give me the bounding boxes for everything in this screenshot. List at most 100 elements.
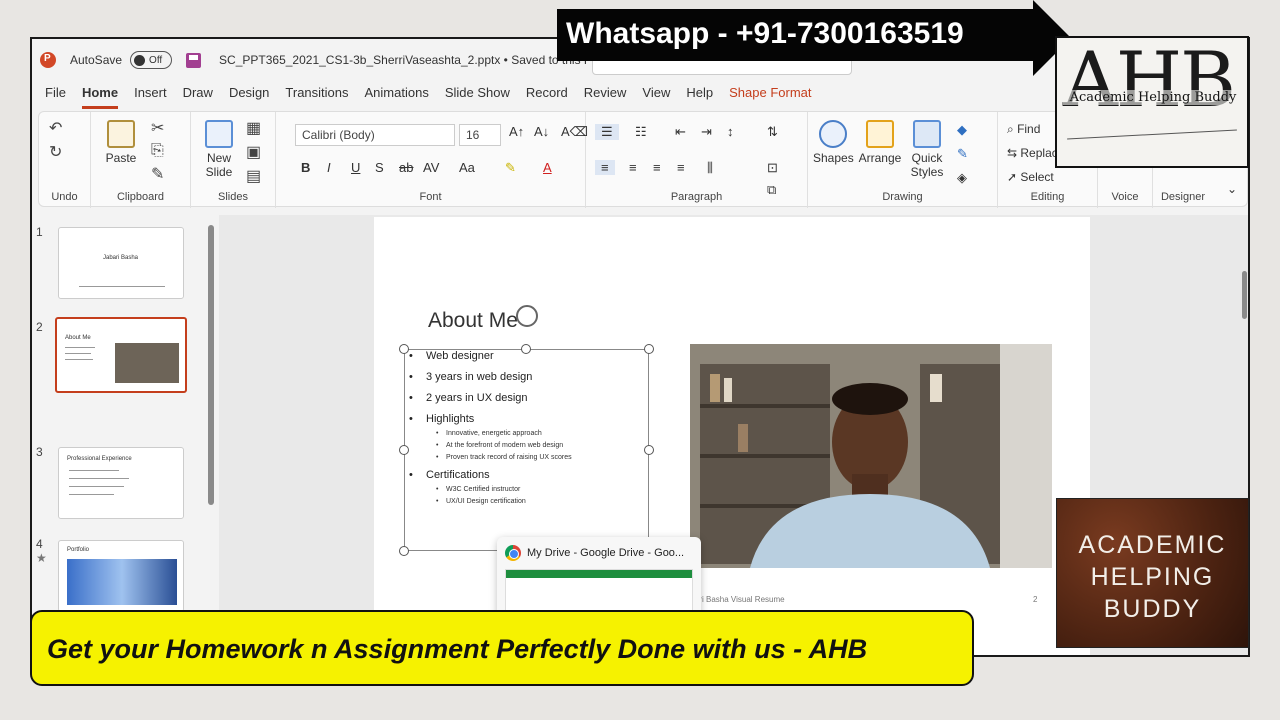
arrange-button[interactable]: Arrange <box>857 120 903 165</box>
sub-bullet-item[interactable]: UX/UI Design certification <box>436 498 526 505</box>
sub-bullet-item[interactable]: W3C Certified instructor <box>436 486 520 493</box>
font-name-select[interactable]: Calibri (Body) <box>295 124 455 146</box>
numbering-icon[interactable]: ☷ <box>635 124 647 140</box>
tab-home[interactable]: Home <box>81 85 119 109</box>
bullet-item[interactable]: Web designer <box>409 350 494 362</box>
slide-title[interactable]: About Me <box>428 309 518 333</box>
clipboard-group-label: Clipboard <box>116 191 165 203</box>
line-spacing-icon[interactable]: ↕ <box>727 124 734 139</box>
resize-handle[interactable] <box>399 546 409 556</box>
bullet-item[interactable]: Highlights <box>409 413 474 425</box>
format-painter-icon[interactable]: ✎ <box>151 164 164 184</box>
autosave-toggle[interactable]: Off <box>130 51 173 69</box>
increase-font-icon[interactable]: A↑ <box>509 124 524 139</box>
tab-insert[interactable]: Insert <box>134 85 167 109</box>
select-button[interactable]: ➚ Select <box>1007 170 1054 184</box>
sub-bullet-item[interactable]: Proven track record of raising UX scores <box>436 454 572 461</box>
profile-photo[interactable] <box>690 344 1052 568</box>
change-case-icon[interactable]: Aa <box>459 160 475 175</box>
replace-icon: ⇆ <box>1007 146 1021 160</box>
resize-handle[interactable] <box>644 344 654 354</box>
shape-outline-icon[interactable]: ✎ <box>957 146 968 162</box>
find-icon: ⌕ <box>1007 122 1018 136</box>
tab-slide-show[interactable]: Slide Show <box>445 85 510 109</box>
tab-record[interactable]: Record <box>526 85 568 109</box>
find-button[interactable]: ⌕ Find <box>1007 122 1040 137</box>
bullet-item[interactable]: 3 years in web design <box>409 371 532 383</box>
bullets-icon[interactable]: ☰ <box>595 124 619 140</box>
sub-bullet-item[interactable]: Innovative, energetic approach <box>436 430 542 437</box>
find-label: Find <box>1017 122 1041 136</box>
shape-effects-icon[interactable]: ◈ <box>957 170 967 186</box>
tab-help[interactable]: Help <box>686 85 713 109</box>
section-icon[interactable]: ▤ <box>246 166 261 186</box>
undo-icon[interactable]: ↶ <box>49 118 62 138</box>
thumbnail-slide-1[interactable]: Jabari Basha <box>58 227 184 299</box>
font-size-select[interactable]: 16 <box>459 124 501 146</box>
sub-bullet-item[interactable]: At the forefront of modern web design <box>436 442 563 449</box>
canvas-scrollbar[interactable] <box>1242 271 1247 319</box>
copy-icon[interactable]: ⎘ <box>151 142 164 160</box>
collapse-ribbon-icon[interactable]: ⌄ <box>1227 182 1237 196</box>
tab-view[interactable]: View <box>642 85 670 109</box>
logo-subtitle: Academic Helping Buddy <box>1063 90 1243 105</box>
align-right-icon[interactable]: ≡ <box>653 160 661 175</box>
logo-underline <box>1067 129 1237 140</box>
strikethrough-icon[interactable]: ab <box>399 160 413 175</box>
tab-review[interactable]: Review <box>584 85 627 109</box>
align-left-icon[interactable]: ≡ <box>595 160 615 175</box>
tab-design[interactable]: Design <box>229 85 269 109</box>
resize-handle[interactable] <box>399 344 409 354</box>
decrease-indent-icon[interactable]: ⇤ <box>675 124 686 140</box>
font-color-icon[interactable]: A <box>543 160 552 175</box>
reset-icon[interactable]: ▣ <box>246 142 261 162</box>
tab-draw[interactable]: Draw <box>183 85 213 109</box>
character-spacing-icon[interactable]: AV <box>423 160 439 175</box>
thumbnail-slide-2[interactable]: About Me <box>55 317 187 393</box>
slides-group-label: Slides <box>218 191 248 203</box>
replace-button[interactable]: ⇆ Replac <box>1007 146 1058 160</box>
resize-handle[interactable] <box>521 344 531 354</box>
smartart-icon[interactable]: ⧉ <box>767 182 776 198</box>
clear-format-icon[interactable]: A⌫ <box>561 124 588 140</box>
justify-icon[interactable]: ≡ <box>677 160 685 175</box>
layout-icon[interactable]: ▦ <box>246 118 261 138</box>
paste-button[interactable]: Paste <box>103 120 139 165</box>
resize-handle[interactable] <box>644 445 654 455</box>
shape-fill-icon[interactable]: ◆ <box>957 122 967 138</box>
columns-icon[interactable]: ⫼ <box>707 160 713 176</box>
bold-icon[interactable]: B <box>301 160 310 175</box>
bullet-item[interactable]: 2 years in UX design <box>409 392 527 404</box>
shadow-icon[interactable]: S <box>375 160 384 175</box>
new-slide-button[interactable]: New Slide <box>199 120 239 179</box>
highlight-icon[interactable]: ✎ <box>505 160 516 176</box>
tab-shape-format[interactable]: Shape Format <box>729 85 811 109</box>
save-icon[interactable] <box>186 52 202 68</box>
shapes-button[interactable]: Shapes <box>813 120 854 165</box>
align-center-icon[interactable]: ≡ <box>629 160 637 175</box>
thumb-text-line <box>65 359 93 360</box>
document-filename[interactable]: SC_PPT365_2021_CS1-3b_SherriVaseashta_2.… <box>219 53 601 67</box>
resize-handle[interactable] <box>399 445 409 455</box>
redo-icon[interactable]: ↻ <box>49 142 62 162</box>
increase-indent-icon[interactable]: ⇥ <box>701 124 712 140</box>
decrease-font-icon[interactable]: A↓ <box>534 124 549 139</box>
tab-animations[interactable]: Animations <box>365 85 429 109</box>
tab-file[interactable]: File <box>45 85 66 109</box>
thumbnail-slide-3[interactable]: Professional Experience <box>58 447 184 519</box>
select-label: Select <box>1020 170 1054 184</box>
cut-icon[interactable]: ✂ <box>151 118 164 138</box>
italic-icon[interactable]: I <box>327 160 331 175</box>
rotate-handle-icon[interactable] <box>516 305 538 327</box>
underline-icon[interactable]: U <box>351 160 360 175</box>
slide-number: 2 <box>36 320 43 334</box>
paste-icon <box>107 120 135 148</box>
thumbnails-scrollbar[interactable] <box>208 225 214 505</box>
align-text-icon[interactable]: ⊡ <box>767 160 778 176</box>
bullet-item[interactable]: Certifications <box>409 469 489 481</box>
text-direction-icon[interactable]: ⇅ <box>767 124 778 140</box>
designer-group-label: Designer <box>1160 191 1206 203</box>
thumbnail-slide-4[interactable]: Portfolio <box>58 540 184 612</box>
quick-styles-button[interactable]: Quick Styles <box>907 120 947 179</box>
tab-transitions[interactable]: Transitions <box>285 85 348 109</box>
